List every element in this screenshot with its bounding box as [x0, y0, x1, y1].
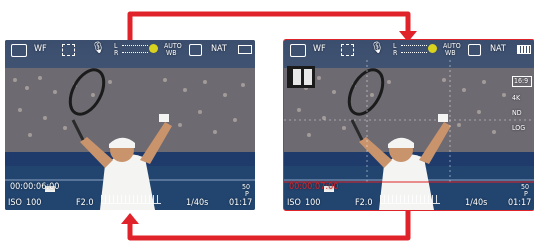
iso-label: ISO [287, 198, 301, 208]
side-item[interactable]: LOG [512, 125, 532, 132]
remaining-time: 01:17 [229, 198, 253, 208]
microphone-icon[interactable]: 🎙 [91, 42, 105, 53]
iso-value[interactable]: 100 [305, 198, 320, 208]
timecode: 00:00:06:00 [10, 182, 60, 192]
battery-icon [517, 45, 531, 54]
arrow-head-bottom [121, 213, 139, 224]
photo-mode-icon[interactable] [11, 44, 27, 57]
aperture-value[interactable]: F2.0 [76, 198, 94, 208]
photo-mode-icon[interactable] [290, 44, 306, 57]
audio-meter-left [401, 45, 427, 47]
battery-icon [238, 45, 252, 54]
side-item[interactable]: ND [512, 110, 532, 117]
audio-meter-left [122, 45, 148, 47]
iso-value[interactable]: 100 [26, 198, 41, 208]
film-style-label[interactable]: NAT [490, 44, 506, 54]
level-indicator-icon [428, 44, 437, 53]
audio-level-right-label: R [114, 49, 119, 57]
audio-level-right-label: R [393, 49, 398, 57]
side-settings-bar: 16:9 4K ND LOG [512, 76, 532, 140]
iso-label: ISO [8, 198, 22, 208]
awb-bottom-label[interactable]: WB [445, 50, 456, 57]
remaining-time: 01:17 [508, 198, 532, 208]
aperture-value[interactable]: F2.0 [355, 198, 373, 208]
fps-scan-type[interactable]: P [245, 191, 249, 198]
focus-frame-icon[interactable] [62, 44, 75, 56]
timecode-recording: 00:00:07:00 [289, 182, 339, 192]
arrow-path-top [127, 11, 411, 40]
viewfinder-screen-left: WF 🎙 L R AUTO WB NAT 00:00:06:00 50 P IS… [5, 40, 255, 210]
hud-bottom-bar: 00:00:06:00 50 P ISO 100 F2.0 1/40s 01:1… [5, 180, 255, 210]
audio-meter-right [122, 52, 148, 54]
hud-top-bar: WF 🎙 L R AUTO WB NAT [5, 40, 255, 58]
focus-frame-icon[interactable] [341, 44, 354, 56]
face-detect-icon[interactable] [468, 44, 481, 56]
exposure-scale [380, 195, 440, 204]
shutter-speed[interactable]: 1/40s [186, 198, 208, 208]
side-item[interactable]: 16:9 [512, 76, 532, 87]
audio-meter-right [401, 52, 427, 54]
side-item[interactable]: 4K [512, 95, 532, 102]
level-indicator-icon [149, 44, 158, 53]
face-detect-icon[interactable] [189, 44, 202, 56]
white-balance-short[interactable]: WF [313, 44, 326, 54]
arrow-path-bottom [127, 210, 411, 241]
viewfinder-screen-right: WF 🎙 L R AUTO WB NAT 16:9 4K ND LOG 00:0… [283, 39, 534, 211]
white-balance-short[interactable]: WF [34, 44, 47, 54]
shutter-speed[interactable]: 1/40s [465, 198, 487, 208]
microphone-icon[interactable]: 🎙 [370, 42, 384, 53]
hud-bottom-bar: 00:00:07:00 50 P ISO 100 F2.0 1/40s 01:1… [284, 180, 534, 210]
film-style-label[interactable]: NAT [211, 44, 227, 54]
awb-bottom-label[interactable]: WB [166, 50, 177, 57]
exposure-scale [101, 195, 161, 204]
hud-top-bar: WF 🎙 L R AUTO WB NAT [284, 40, 534, 58]
fps-scan-type[interactable]: P [524, 191, 528, 198]
